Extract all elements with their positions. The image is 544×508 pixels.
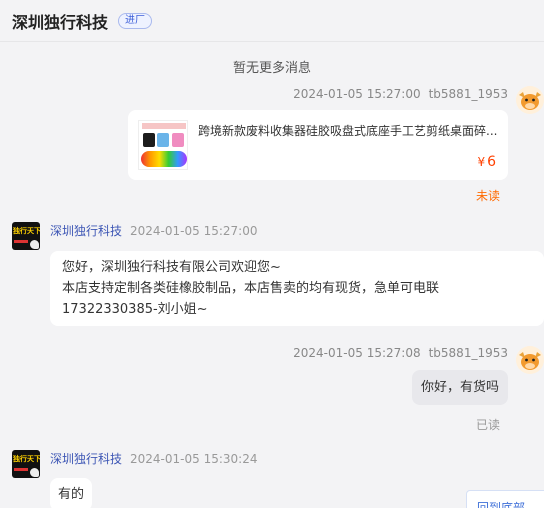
message-sender[interactable]: 深圳独行科技 — [50, 224, 122, 238]
message-meta: 深圳独行科技 2024-01-05 15:30:24 — [50, 450, 257, 467]
back-to-bottom-button[interactable]: 回到底部 — [466, 490, 544, 508]
status-read: 已读 — [475, 418, 500, 432]
message-bubble: 您好，深圳独行科技有限公司欢迎您~ 本店支持定制各类硅橡胶制品，本店售卖的均有现… — [50, 251, 544, 326]
product-image[interactable] — [138, 120, 188, 170]
message-time: 2024-01-05 15:30:24 — [130, 452, 258, 466]
status-unread: 未读 — [475, 189, 500, 203]
price-value: 6 — [487, 154, 496, 170]
cow-avatar-icon[interactable] — [516, 86, 544, 114]
message-bubble: 你好，有货吗 — [411, 370, 508, 405]
message-meta: 2024-01-05 15:27:00 tb5881_1953 — [293, 87, 508, 101]
message-time: 2024-01-05 15:27:00 — [293, 87, 421, 101]
shop-title: 深圳独行科技 — [12, 12, 109, 32]
chat-header: 深圳独行科技 进厂 — [0, 0, 544, 42]
price-symbol: ¥ — [477, 155, 486, 169]
no-more-messages: 暂无更多消息 — [232, 61, 311, 76]
shop-logo-icon[interactable]: 独行天下 — [12, 450, 40, 478]
message-line: 本店支持定制各类硅橡胶制品，本店售卖的均有现货，急单可电联 — [62, 281, 440, 296]
message-meta: 2024-01-05 15:27:08 tb5881_1953 — [293, 346, 508, 360]
message-meta: 深圳独行科技 2024-01-05 15:27:00 — [50, 222, 257, 239]
message-line: 您好，深圳独行科技有限公司欢迎您~ — [62, 260, 281, 275]
cow-avatar-icon[interactable] — [516, 346, 544, 374]
product-title[interactable]: 跨境新款废料收集器硅胶吸盘式底座手工艺剪纸桌面碎... — [198, 122, 498, 139]
enter-shop-badge[interactable]: 进厂 — [118, 12, 153, 29]
message-time: 2024-01-05 15:27:08 — [293, 346, 421, 360]
product-card[interactable]: 跨境新款废料收集器硅胶吸盘式底座手工艺剪纸桌面碎... ¥6 — [128, 110, 508, 180]
shop-logo-icon[interactable]: 独行天下 — [12, 222, 40, 250]
message-time: 2024-01-05 15:27:00 — [130, 224, 258, 238]
message-line: 17322330385-刘小姐~ — [62, 302, 208, 317]
message-bubble: 有的 — [50, 478, 93, 508]
message-user: tb5881_1953 — [428, 87, 508, 101]
message-sender[interactable]: 深圳独行科技 — [50, 452, 122, 466]
product-price: ¥6 — [477, 154, 496, 170]
message-user: tb5881_1953 — [428, 346, 508, 360]
